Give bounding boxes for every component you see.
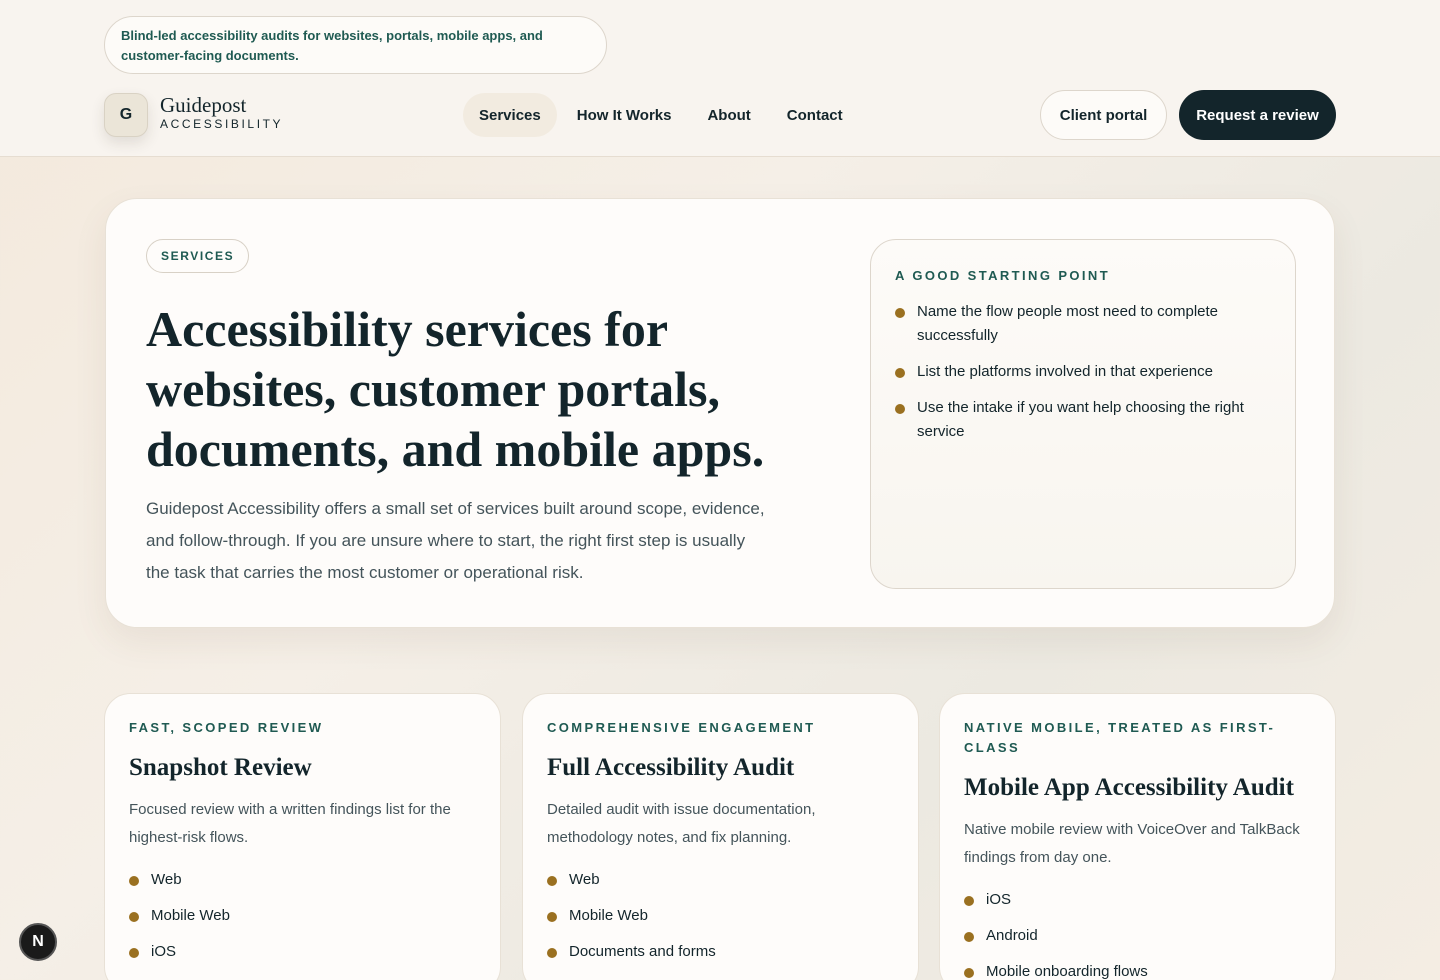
list-item: Mobile onboarding flows — [964, 960, 1311, 980]
bullet-dot-icon — [547, 948, 557, 958]
tagline-pill: Blind-led accessibility audits for websi… — [104, 16, 607, 74]
bullet-dot-icon — [964, 896, 974, 906]
site-header: Blind-led accessibility audits for websi… — [0, 0, 1440, 157]
nav-services[interactable]: Services — [463, 93, 557, 137]
starting-point-list: Name the flow people most need to comple… — [895, 300, 1271, 444]
service-kicker: NATIVE MOBILE, TREATED AS FIRST-CLASS — [964, 720, 1276, 755]
list-item: Android — [964, 924, 1311, 948]
request-review-button[interactable]: Request a review — [1179, 90, 1336, 140]
service-cards: FAST, SCOPED REVIEW Snapshot Review Focu… — [104, 693, 1336, 980]
client-portal-button[interactable]: Client portal — [1040, 90, 1167, 140]
next-logo-icon[interactable]: N — [19, 923, 57, 961]
service-description: Detailed audit with issue documentation,… — [547, 801, 816, 846]
service-title: Full Accessibility Audit — [547, 754, 795, 781]
service-card-mobile-audit[interactable]: NATIVE MOBILE, TREATED AS FIRST-CLASS Mo… — [939, 693, 1336, 980]
nav-about[interactable]: About — [691, 93, 766, 137]
list-item: Documents and forms — [547, 940, 894, 964]
brand-subtitle: ACCESSIBILITY — [160, 117, 284, 131]
hero-description: Guidepost Accessibility offers a small s… — [146, 499, 765, 582]
service-platform-list: Web Mobile Web iOS — [129, 868, 476, 964]
bullet-dot-icon — [129, 912, 139, 922]
list-item: Mobile Web — [547, 904, 894, 928]
service-platform-list: Web Mobile Web Documents and forms — [547, 868, 894, 964]
list-item: Web — [547, 868, 894, 892]
service-description: Native mobile review with VoiceOver and … — [964, 821, 1300, 866]
service-kicker: COMPREHENSIVE ENGAGEMENT — [547, 720, 816, 735]
bullet-dot-icon — [895, 308, 905, 318]
page-title: Accessibility services for websites, cus… — [146, 301, 765, 477]
hero-panel: SERVICES Accessibility services for webs… — [105, 198, 1335, 628]
service-title: Snapshot Review — [129, 754, 312, 781]
brand-name[interactable]: Guidepost — [160, 93, 246, 118]
bullet-dot-icon — [964, 932, 974, 942]
bullet-dot-icon — [547, 912, 557, 922]
list-item: List the platforms involved in that expe… — [895, 360, 1271, 384]
list-item: Mobile Web — [129, 904, 476, 928]
service-platform-list: iOS Android Mobile onboarding flows — [964, 888, 1311, 980]
bullet-dot-icon — [895, 368, 905, 378]
main-nav: Services How It Works About Contact — [463, 93, 859, 137]
service-title: Mobile App Accessibility Audit — [964, 774, 1294, 801]
starting-point-card: A GOOD STARTING POINT Name the flow peop… — [870, 239, 1296, 589]
bullet-dot-icon — [129, 876, 139, 886]
list-item: Use the intake if you want help choosing… — [895, 396, 1271, 444]
bullet-dot-icon — [547, 876, 557, 886]
bullet-dot-icon — [895, 404, 905, 414]
list-item: Web — [129, 868, 476, 892]
service-card-full-audit[interactable]: COMPREHENSIVE ENGAGEMENT Full Accessibil… — [522, 693, 919, 980]
logo-mark[interactable]: G — [104, 93, 148, 137]
service-kicker: FAST, SCOPED REVIEW — [129, 720, 324, 735]
bullet-dot-icon — [964, 968, 974, 978]
list-item: iOS — [129, 940, 476, 964]
bullet-dot-icon — [129, 948, 139, 958]
list-item: iOS — [964, 888, 1311, 912]
list-item: Name the flow people most need to comple… — [895, 300, 1271, 348]
service-card-snapshot[interactable]: FAST, SCOPED REVIEW Snapshot Review Focu… — [104, 693, 501, 980]
service-description: Focused review with a written findings l… — [129, 801, 451, 846]
nav-how-it-works[interactable]: How It Works — [561, 93, 688, 137]
nav-contact[interactable]: Contact — [771, 93, 859, 137]
section-badge: SERVICES — [146, 239, 250, 273]
starting-point-heading: A GOOD STARTING POINT — [895, 268, 1111, 283]
